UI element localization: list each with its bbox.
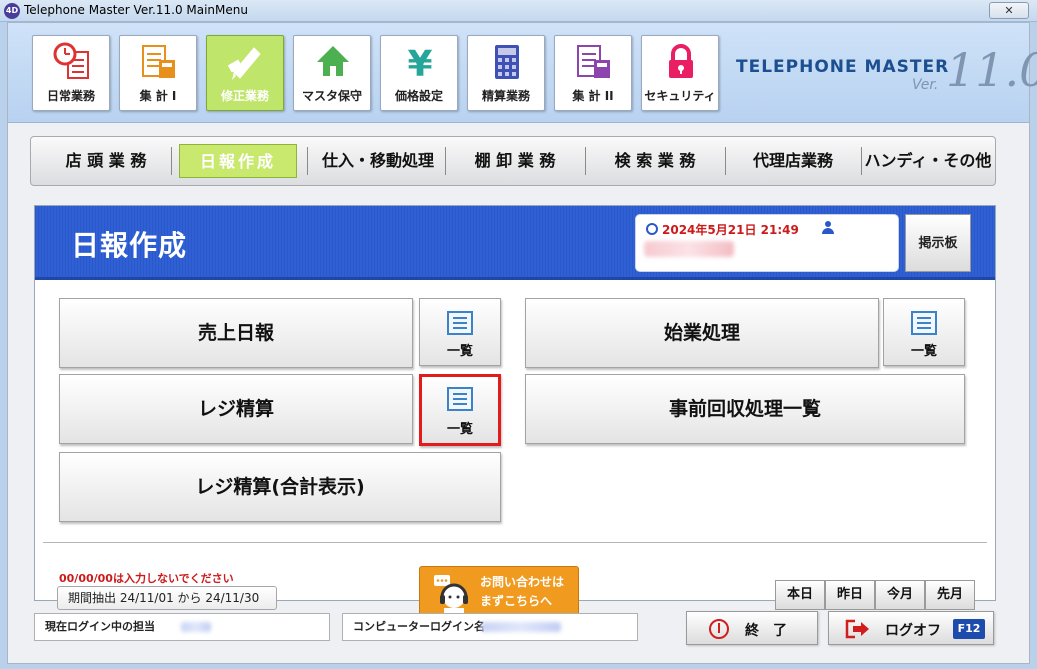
toolbar-item-label: 修正業務 [220, 89, 269, 103]
today-button[interactable]: 本日 [775, 580, 825, 610]
list-button-label: 一覧 [446, 344, 473, 359]
toolbar-item-label: 日常業務 [46, 89, 95, 103]
opening-process-button[interactable]: 始業処理 [525, 298, 879, 368]
register-settlement-total-button[interactable]: レジ精算(合計表示) [59, 452, 501, 522]
tab-separator [445, 147, 446, 175]
tab-separator [861, 147, 862, 175]
window-title: Telephone Master Ver.11.0 MainMenu [24, 3, 248, 17]
session-info-box: 2024年5月21日 21:49 [635, 214, 899, 272]
bulletin-board-button[interactable]: 掲示板 [905, 214, 971, 272]
user-icon [822, 221, 834, 234]
tab-agency[interactable]: 代理店業務 [727, 144, 859, 178]
power-icon [709, 619, 729, 639]
window-titlebar: 4D Telephone Master Ver.11.0 MainMenu ✕ [0, 0, 1037, 22]
calculator-chart-icon [142, 45, 175, 78]
padlock-icon [669, 44, 693, 78]
brand-logo: TELEPHONE MASTER Ver. 11.0 [736, 43, 1037, 101]
tab-search[interactable]: 検 索 業 務 [587, 144, 723, 178]
redacted-login-user [181, 622, 211, 632]
tab-separator [171, 147, 172, 175]
toolbar-item-label: セキュリティ [644, 89, 716, 103]
tab-separator [725, 147, 726, 175]
toolbar-summary-2-button[interactable]: 集 計 II [554, 35, 632, 111]
list-icon [447, 387, 473, 411]
page-title: 日報作成 [71, 229, 188, 262]
toolbar-item-label: 集 計 I [139, 89, 177, 103]
main-window: 日常業務 集 計 I 修正業務 マスタ保守 ¥ 価格設定 精算業務 集 計 II… [7, 22, 1037, 664]
redacted-user-name [644, 241, 734, 257]
last-month-button[interactable]: 先月 [925, 580, 975, 610]
list-button-label: 一覧 [910, 344, 937, 359]
panel-banner: 日報作成 2024年5月21日 21:49 掲示板 [35, 206, 995, 280]
toolbar-correction-button[interactable]: 修正業務 [206, 35, 284, 111]
toolbar-security-button[interactable]: セキュリティ [641, 35, 719, 111]
toolbar-item-label: 集 計 II [572, 89, 614, 103]
toolbar-settlement-button[interactable]: 精算業務 [467, 35, 545, 111]
close-button[interactable]: ✕ [989, 2, 1029, 19]
tab-separator [585, 147, 586, 175]
contact-support-button[interactable]: お問い合わせは まずこちらへ [419, 566, 579, 618]
tab-handy-other[interactable]: ハンディ・その他 [863, 144, 993, 178]
clock-document-icon [53, 42, 89, 79]
current-datetime: 2024年5月21日 21:49 [662, 223, 799, 237]
tab-strip: 店 頭 業 務 日報作成 仕入・移動処理 棚 卸 業 務 検 索 業 務 代理店… [30, 136, 996, 186]
date-warning-text: 00/00/00は入力しないでください [59, 572, 234, 585]
toolbar-master-maintenance-button[interactable]: マスタ保守 [293, 35, 371, 111]
calculator-chart-icon [577, 45, 610, 78]
toolbar-daily-business-button[interactable]: 日常業務 [32, 35, 110, 111]
house-icon [317, 46, 349, 76]
this-month-button[interactable]: 今月 [875, 580, 925, 610]
support-headset-icon [434, 575, 468, 613]
svg-text:¥: ¥ [407, 44, 432, 82]
toolbar-item-label: 精算業務 [481, 89, 530, 103]
sales-report-list-button[interactable]: 一覧 [419, 298, 501, 366]
computer-login-box: コンピューターログイン名 [342, 613, 638, 641]
yesterday-button[interactable]: 昨日 [825, 580, 875, 610]
app-icon: 4D [4, 3, 20, 19]
register-settlement-button[interactable]: レジ精算 [59, 374, 413, 444]
toolbar-summary-1-button[interactable]: 集 計 I [119, 35, 197, 111]
list-icon [447, 311, 473, 335]
daily-report-panel: 日報作成 2024年5月21日 21:49 掲示板 売上日報 一覧 レジ精算 一… [34, 205, 996, 618]
register-settlement-list-button[interactable]: 一覧 [419, 374, 501, 446]
tab-storefront[interactable]: 店 頭 業 務 [41, 144, 171, 178]
logout-arrow-icon [845, 619, 869, 639]
list-icon [911, 311, 937, 335]
f12-key-badge: F12 [953, 619, 985, 639]
period-filter[interactable]: 期間抽出 24/11/01 から 24/11/30 [57, 586, 277, 610]
yen-icon: ¥ [407, 44, 432, 82]
toolbar-price-setting-button[interactable]: ¥ 価格設定 [380, 35, 458, 111]
login-user-label: 現在ログイン中の担当 [45, 620, 155, 633]
tab-separator [307, 147, 308, 175]
tab-daily-report[interactable]: 日報作成 [179, 144, 297, 178]
exit-button-label: 終 了 [745, 623, 787, 639]
pencil-eraser-icon [227, 47, 261, 80]
brand-version-label: Ver. [912, 77, 939, 93]
brand-version-number: 11.0 [946, 43, 1037, 97]
main-toolbar: 日常業務 集 計 I 修正業務 マスタ保守 ¥ 価格設定 精算業務 集 計 II… [8, 23, 1037, 123]
advance-collection-list-button[interactable]: 事前回収処理一覧 [525, 374, 965, 444]
computer-login-label: コンピューターログイン名 [353, 620, 485, 633]
list-button-label: 一覧 [446, 422, 473, 437]
brand-text: TELEPHONE MASTER [736, 57, 950, 77]
logoff-button[interactable]: ログオフ F12 [828, 611, 994, 645]
tab-purchase-transfer[interactable]: 仕入・移動処理 [313, 144, 443, 178]
login-user-box: 現在ログイン中の担当 [34, 613, 330, 641]
toolbar-item-label: 価格設定 [394, 89, 443, 103]
sales-daily-report-button[interactable]: 売上日報 [59, 298, 413, 368]
clock-icon [646, 223, 658, 235]
exit-button[interactable]: 終 了 [686, 611, 818, 645]
calculator-icon [495, 45, 519, 79]
panel-divider [43, 542, 987, 543]
logoff-button-label: ログオフ [885, 623, 941, 639]
toolbar-item-label: マスタ保守 [301, 89, 362, 103]
tab-inventory[interactable]: 棚 卸 業 務 [447, 144, 583, 178]
contact-text: お問い合わせは まずこちらへ [480, 575, 565, 608]
opening-process-list-button[interactable]: 一覧 [883, 298, 965, 366]
redacted-computer-name [481, 622, 561, 632]
